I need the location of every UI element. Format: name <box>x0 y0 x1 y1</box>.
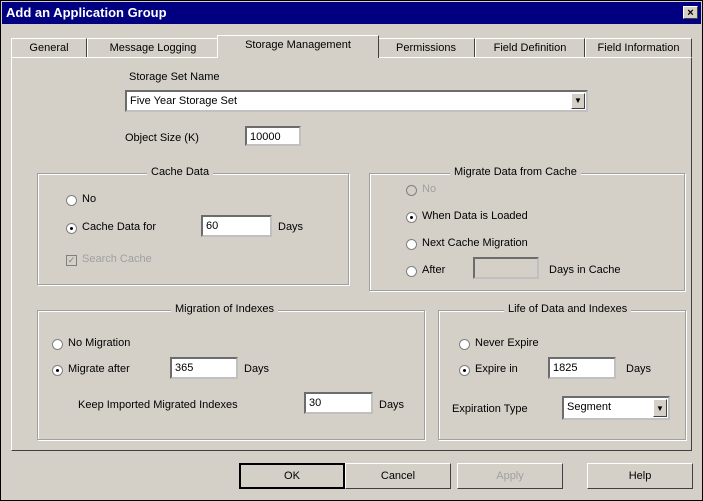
migrate-after-input[interactable]: 365 <box>170 357 238 379</box>
tab-general[interactable]: General <box>11 38 87 57</box>
when-data-loaded-radio[interactable] <box>406 212 417 223</box>
never-expire-radio[interactable] <box>459 339 470 350</box>
object-size-label: Object Size (K) <box>125 132 199 144</box>
migrate-no-radio <box>406 185 417 196</box>
title-bar[interactable]: Add an Application Group × <box>2 2 701 24</box>
help-button[interactable]: Help <box>587 463 693 489</box>
close-icon[interactable]: × <box>683 6 698 19</box>
keep-indexes-days-label: Days <box>379 399 405 411</box>
expiration-type-label: Expiration Type <box>452 403 528 415</box>
migrate-after-days-label: Days <box>244 363 270 375</box>
tab-message-logging[interactable]: Message Logging <box>87 38 219 57</box>
window-title: Add an Application Group <box>6 5 167 20</box>
cache-no-label: No <box>82 193 97 205</box>
next-cache-migration-radio[interactable] <box>406 239 417 250</box>
when-data-loaded-label: When Data is Loaded <box>422 210 528 222</box>
ok-button[interactable]: OK <box>239 463 345 489</box>
never-expire-label: Never Expire <box>475 337 539 349</box>
after-label: After <box>422 264 446 276</box>
no-migration-label: No Migration <box>68 337 131 349</box>
chevron-down-icon[interactable]: ▼ <box>571 93 585 109</box>
tab-permissions[interactable]: Permissions <box>377 38 475 57</box>
search-cache-checkbox: ✓ <box>66 255 77 266</box>
dialog-window: Add an Application Group × General Messa… <box>0 0 703 501</box>
migration-indexes-title: Migration of Indexes <box>171 303 279 315</box>
expire-in-label: Expire in <box>475 363 518 375</box>
search-cache-label: Search Cache <box>82 253 152 265</box>
tab-storage-management[interactable]: Storage Management <box>217 35 379 58</box>
life-title: Life of Data and Indexes <box>504 303 632 315</box>
storage-set-value: Five Year Storage Set <box>130 95 238 107</box>
cache-no-radio[interactable] <box>66 195 77 206</box>
storage-set-dropdown[interactable]: Five Year Storage Set ▼ <box>125 90 588 112</box>
cache-data-for-label: Cache Data for <box>82 221 156 233</box>
keep-indexes-input[interactable]: 30 <box>304 392 373 414</box>
cancel-button[interactable]: Cancel <box>345 463 451 489</box>
migrate-no-label: No <box>422 183 437 195</box>
cache-data-for-radio[interactable] <box>66 223 77 234</box>
cache-data-title: Cache Data <box>147 166 214 178</box>
apply-button[interactable]: Apply <box>457 463 563 489</box>
days-in-cache-label: Days in Cache <box>549 264 621 276</box>
tab-field-definition[interactable]: Field Definition <box>475 38 585 57</box>
cache-days-input[interactable]: 60 <box>201 215 272 237</box>
tab-field-information[interactable]: Field Information <box>585 38 692 57</box>
migrate-after-radio[interactable] <box>52 365 63 376</box>
expire-in-radio[interactable] <box>459 365 470 376</box>
expire-days-label: Days <box>626 363 652 375</box>
migrate-after-label: Migrate after <box>68 363 130 375</box>
chevron-down-icon[interactable]: ▼ <box>653 399 667 417</box>
next-cache-migration-label: Next Cache Migration <box>422 237 528 249</box>
object-size-input[interactable]: 10000 <box>245 126 301 146</box>
expiration-type-dropdown[interactable]: Segment ▼ <box>562 396 670 420</box>
migrate-cache-title: Migrate Data from Cache <box>450 166 581 178</box>
after-radio[interactable] <box>406 266 417 277</box>
no-migration-radio[interactable] <box>52 339 63 350</box>
cache-days-label: Days <box>278 221 304 233</box>
keep-indexes-label: Keep Imported Migrated Indexes <box>78 399 238 411</box>
expiration-type-value: Segment <box>567 401 612 413</box>
expire-in-input[interactable]: 1825 <box>548 357 616 379</box>
storage-set-label: Storage Set Name <box>129 71 220 83</box>
after-days-input[interactable] <box>473 257 539 279</box>
